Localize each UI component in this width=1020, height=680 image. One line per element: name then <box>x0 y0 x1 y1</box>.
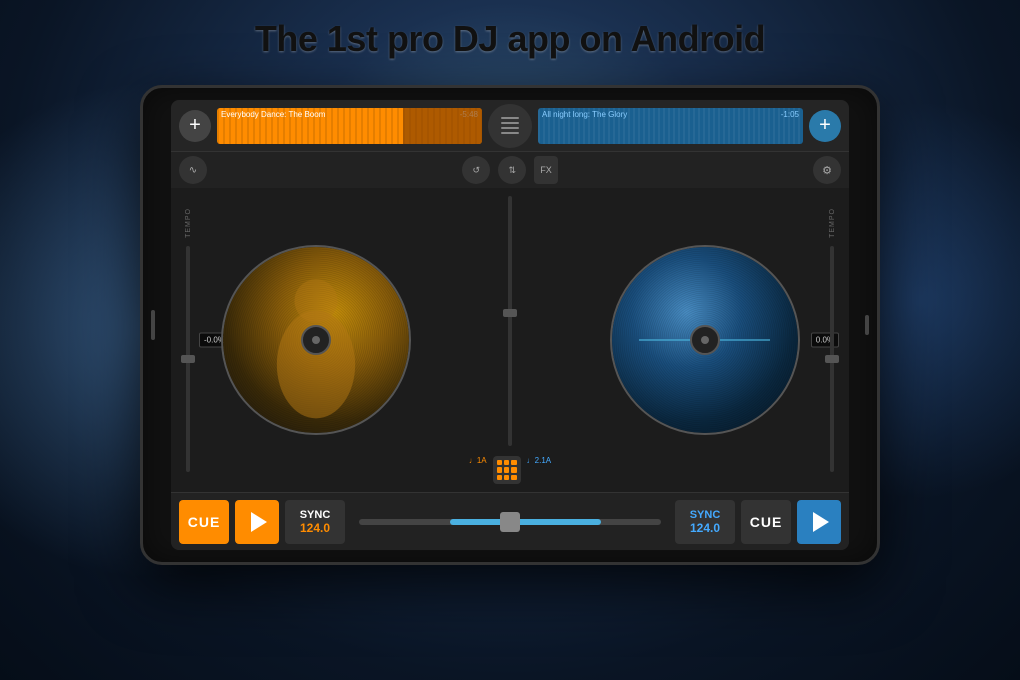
tempo-thumb-right[interactable] <box>825 355 839 363</box>
track-name-right: All night long: The Glory <box>542 110 627 119</box>
eq-button[interactable]: ⇅ <box>498 156 526 184</box>
grid-button[interactable] <box>493 456 521 484</box>
play-icon-right <box>813 512 829 532</box>
track-name-left: Everybody Dance: The Boom <box>221 110 325 119</box>
sync-button-right[interactable]: SYNC 124.0 <box>675 500 735 544</box>
crossfader-fill <box>450 519 601 525</box>
tempo-thumb-left[interactable] <box>181 355 195 363</box>
sync-label-left: SYNC <box>300 509 331 521</box>
tempo-track-left[interactable] <box>186 246 190 472</box>
sync-button-left[interactable]: SYNC 124.0 <box>285 500 345 544</box>
deck-right: 0.0% TEMPO <box>560 188 849 492</box>
tempo-slider-right[interactable]: TEMPO <box>825 208 839 472</box>
track-time-right: -1:05 <box>781 110 799 119</box>
dj-app: + -5:48 Everybody Dance: The Boom -1:05 … <box>171 100 849 550</box>
waveform-left-dark <box>403 108 483 144</box>
waveform-right[interactable]: -1:05 All night long: The Glory <box>538 108 803 144</box>
deck-area: TEMPO -0.0% <box>171 188 849 492</box>
play-icon-left <box>251 512 267 532</box>
key-labels-row: ♩1A ♩2.1A <box>469 456 551 484</box>
bpm-left: 124.0 <box>300 521 330 535</box>
volume-fader-thumb[interactable] <box>503 309 517 317</box>
crossfader-track[interactable] <box>359 519 661 525</box>
play-button-left[interactable] <box>235 500 279 544</box>
key-left-label: ♩1A <box>469 456 487 484</box>
settings-button[interactable]: ⚙ <box>813 156 841 184</box>
tempo-label-right: TEMPO <box>829 208 836 238</box>
tablet-button-left <box>151 310 155 340</box>
vinyl-right[interactable] <box>610 245 800 435</box>
tablet-device: + -5:48 Everybody Dance: The Boom -1:05 … <box>140 85 880 565</box>
sync-label-right: SYNC <box>690 509 721 521</box>
vinyl-center-right <box>690 325 720 355</box>
cue-button-left[interactable]: CUE <box>179 500 229 544</box>
waveform-toggle-button[interactable]: ∿ <box>179 156 207 184</box>
add-track-left-button[interactable]: + <box>179 110 211 142</box>
bottom-bar: CUE SYNC 124.0 SYNC 124.0 <box>171 492 849 550</box>
cue-button-right[interactable]: CUE <box>741 500 791 544</box>
key-right-label: ♩2.1A <box>527 456 551 484</box>
controls-row: ∿ ↺ ⇅ FX ⚙ <box>171 152 849 188</box>
tempo-label-left: TEMPO <box>185 208 192 238</box>
add-track-right-button[interactable]: + <box>809 110 841 142</box>
waveform-left[interactable]: -5:48 Everybody Dance: The Boom <box>217 108 482 144</box>
volume-fader[interactable] <box>508 196 512 446</box>
play-button-right[interactable] <box>797 500 841 544</box>
crossfader[interactable] <box>351 500 669 544</box>
page-title: The 1st pro DJ app on Android <box>0 18 1020 60</box>
mixer-center: ♩1A ♩2.1A <box>460 188 560 492</box>
top-bar: + -5:48 Everybody Dance: The Boom -1:05 … <box>171 100 849 152</box>
center-mix-button[interactable] <box>488 104 532 148</box>
fx-button[interactable]: FX <box>534 156 558 184</box>
bpm-right: 124.0 <box>690 521 720 535</box>
tempo-track-right[interactable] <box>830 246 834 472</box>
crossfader-thumb[interactable] <box>500 512 520 532</box>
tempo-slider-left[interactable]: TEMPO <box>181 208 195 472</box>
mixer-icon <box>501 117 519 134</box>
tablet-screen: + -5:48 Everybody Dance: The Boom -1:05 … <box>171 100 849 550</box>
deck-left: TEMPO -0.0% <box>171 188 460 492</box>
vinyl-center-left <box>301 325 331 355</box>
tablet-button-right <box>865 315 869 335</box>
loop-button[interactable]: ↺ <box>462 156 490 184</box>
vinyl-left[interactable] <box>221 245 411 435</box>
